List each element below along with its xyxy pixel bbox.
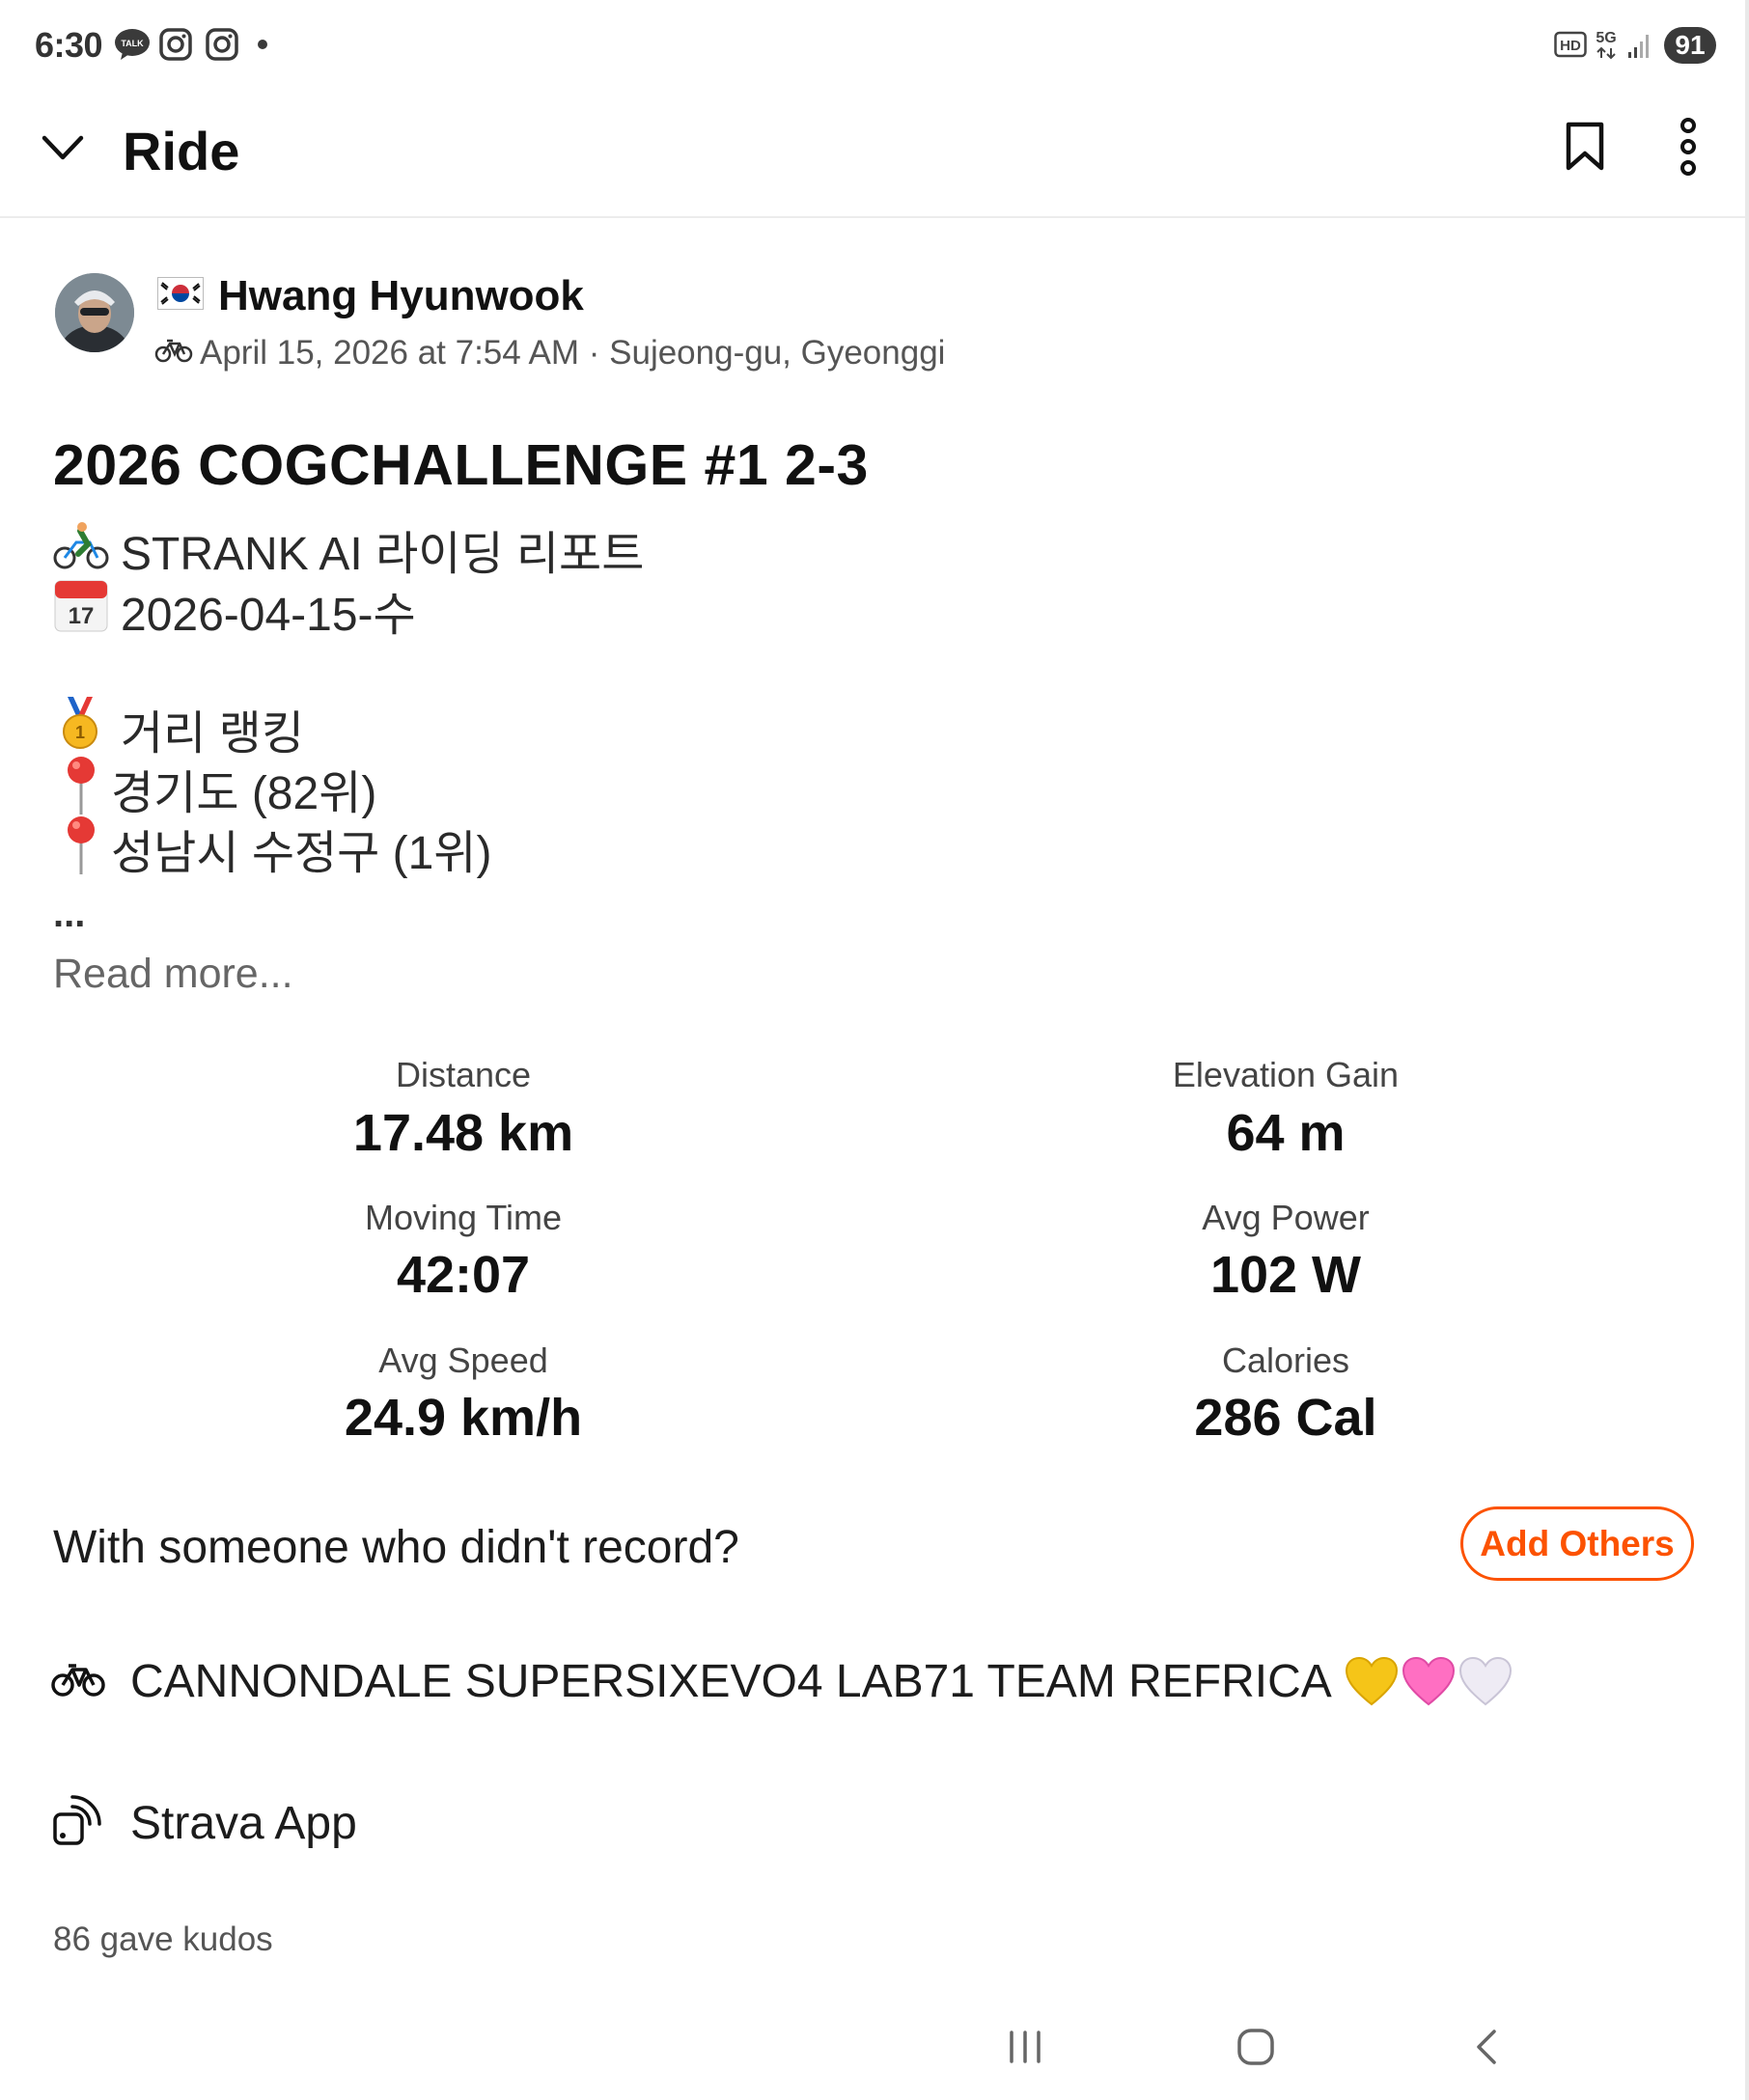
chevron-down-icon[interactable] — [41, 133, 85, 162]
instagram-icon — [159, 28, 192, 61]
home-icon[interactable] — [1235, 2027, 1276, 2067]
white-heart-icon — [1458, 1656, 1513, 1706]
talk-icon: TALK — [115, 29, 150, 60]
header — [0, 93, 1749, 218]
5g-icon: 5G — [1596, 30, 1617, 60]
medal-icon: 1 — [63, 697, 97, 749]
calendar-icon: 17 — [54, 580, 108, 632]
device-name: Strava App — [130, 1798, 357, 1849]
more-vertical-icon[interactable] — [1676, 118, 1701, 176]
svg-text:17: 17 — [69, 603, 95, 629]
cyclist-emoji-icon — [53, 522, 109, 569]
status-time: 6:30 — [35, 25, 103, 65]
stat-label: Distance — [395, 1055, 532, 1094]
pink-heart-icon — [1402, 1656, 1456, 1706]
desc-line: 경기도 (82위) — [111, 768, 377, 819]
avatar[interactable] — [55, 273, 134, 352]
svg-text:1: 1 — [75, 723, 85, 742]
desc-line: 성남시 수정구 (1위) — [111, 828, 492, 879]
stat-value: 24.9 km/h — [344, 1389, 583, 1447]
yellow-heart-icon — [1345, 1656, 1399, 1706]
stat-value: 286 Cal — [1194, 1389, 1377, 1447]
dot-icon — [258, 40, 267, 49]
pin-icon — [68, 757, 95, 815]
device-icon — [53, 1795, 101, 1845]
gear-name[interactable]: CANNONDALE SUPERSIXEVO4 LAB71 TEAM REFRI… — [130, 1655, 1332, 1708]
stat-value: 64 m — [1226, 1104, 1346, 1162]
scrollbar-edge — [1745, 0, 1749, 2100]
bookmark-icon[interactable] — [1564, 121, 1606, 173]
hd-icon: HD — [1554, 31, 1587, 58]
kudos-count[interactable]: 86 gave kudos — [53, 1920, 273, 1959]
desc-line: 거리 랭킹 — [121, 708, 304, 760]
read-more-link[interactable]: Read more... — [53, 951, 293, 998]
signal-icon — [1628, 35, 1649, 58]
back-icon[interactable] — [1471, 2028, 1502, 2066]
status-bar: 6:30 TALK HD 5G 91 — [0, 0, 1749, 93]
instagram-icon — [206, 28, 238, 61]
stat-label: Calories — [1221, 1340, 1350, 1380]
author-name[interactable]: Hwang Hyunwook — [218, 272, 584, 320]
stat-label: Avg Speed — [378, 1340, 548, 1380]
svg-text:TALK: TALK — [121, 39, 144, 48]
stat-value: 42:07 — [396, 1246, 531, 1304]
battery-indicator: 91 — [1664, 27, 1716, 64]
bike-icon — [154, 339, 193, 363]
svg-text:HD: HD — [1560, 38, 1581, 54]
stat-label: Elevation Gain — [1172, 1055, 1400, 1094]
stat-label: Avg Power — [1202, 1198, 1370, 1237]
desc-line: 2026-04-15-수 — [121, 590, 416, 641]
activity-title: 2026 COGCHALLENGE #1 2-3 — [53, 433, 869, 497]
activity-meta: April 15, 2026 at 7:54 AM · Sujeong-gu, … — [200, 334, 946, 372]
desc-line: STRANK AI 라이딩 리포트 — [121, 529, 645, 580]
add-others-button[interactable]: Add Others — [1460, 1506, 1694, 1581]
pin-icon — [68, 816, 95, 874]
page-title: Ride — [123, 121, 240, 181]
ellipsis: ... — [53, 893, 86, 935]
stat-value: 102 W — [1209, 1246, 1362, 1304]
svg-text:5G: 5G — [1596, 30, 1616, 46]
korea-flag-icon — [157, 277, 204, 310]
with-others-prompt: With someone who didn't record? — [53, 1522, 739, 1573]
bike-icon — [51, 1664, 105, 1697]
stat-label: Moving Time — [364, 1198, 563, 1237]
stat-value: 17.48 km — [352, 1104, 574, 1162]
recent-apps-icon[interactable] — [1006, 2030, 1044, 2064]
